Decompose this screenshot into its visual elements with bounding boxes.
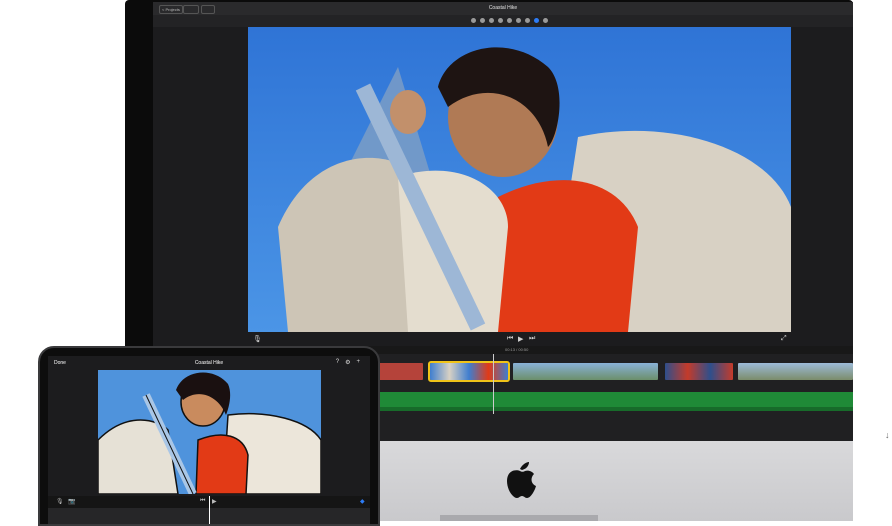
adjustments-toolbar [153, 15, 853, 27]
clip-filter-icon[interactable] [534, 18, 539, 23]
playhead[interactable] [493, 354, 494, 414]
ipad-top-bar: Done Coastal Hike ? ⚙ + [48, 356, 370, 368]
fullscreen-icon[interactable]: ⤢ [781, 335, 787, 343]
timeline-clip-selected[interactable] [428, 361, 510, 382]
microphone-icon[interactable]: 🎙 [253, 335, 262, 343]
help-icon[interactable]: ? [336, 359, 339, 366]
project-title: Coastal Hike [488, 5, 518, 11]
settings-icon[interactable]: ⚙ [345, 359, 350, 366]
play-button[interactable]: ▶ [518, 335, 523, 343]
keyframe-icon[interactable]: ◆ [360, 498, 365, 505]
speed-icon[interactable] [525, 18, 530, 23]
ipad-timeline-area: 🎙 📷 ⏮ ▶ ◆ [48, 496, 370, 524]
color-correction-icon[interactable] [480, 18, 485, 23]
timeline-clip[interactable] [513, 363, 658, 380]
transport-controls: 🎙 ⏮ ▶ ⏭ ⤢ [153, 332, 853, 346]
camera-icon[interactable]: 📷 [68, 498, 75, 505]
noise-reduction-icon[interactable] [516, 18, 521, 23]
comic-filter-frame-image [98, 370, 321, 494]
imac-stand [440, 515, 598, 521]
skip-forward-button[interactable]: ⏭ [529, 335, 535, 343]
add-icon[interactable]: + [356, 359, 360, 366]
portrait-frame-image [248, 27, 791, 332]
timecode-readout: 00:13 / 00:50 [505, 347, 529, 352]
crop-icon[interactable] [489, 18, 494, 23]
title-bar: < Projects Coastal Hike [153, 2, 853, 15]
apple-logo-icon [507, 462, 536, 498]
timeline-clip[interactable] [738, 363, 853, 380]
volume-icon[interactable] [507, 18, 512, 23]
timeline-clip[interactable] [665, 363, 733, 380]
ipad-video-viewer [98, 370, 321, 494]
skip-back-button[interactable]: ⏮ [200, 498, 205, 505]
play-button[interactable]: ▶ [212, 498, 217, 505]
timeline-clip[interactable] [378, 363, 423, 380]
ipad-device: Done Coastal Hike ? ⚙ + 🎙 📷 ⏮ ▶ ◆ [38, 346, 380, 526]
microphone-icon[interactable]: 🎙 [56, 498, 64, 505]
edge-mark: ↓ [885, 430, 890, 440]
ipad-playhead[interactable] [209, 496, 210, 524]
video-viewer [248, 27, 791, 332]
stabilization-icon[interactable] [498, 18, 503, 23]
imovie-ipad-window: Done Coastal Hike ? ⚙ + 🎙 📷 ⏮ ▶ ◆ [48, 356, 370, 524]
color-balance-icon[interactable] [471, 18, 476, 23]
ipad-project-title: Coastal Hike [194, 360, 224, 366]
skip-back-button[interactable]: ⏮ [507, 335, 513, 343]
info-icon[interactable] [543, 18, 548, 23]
